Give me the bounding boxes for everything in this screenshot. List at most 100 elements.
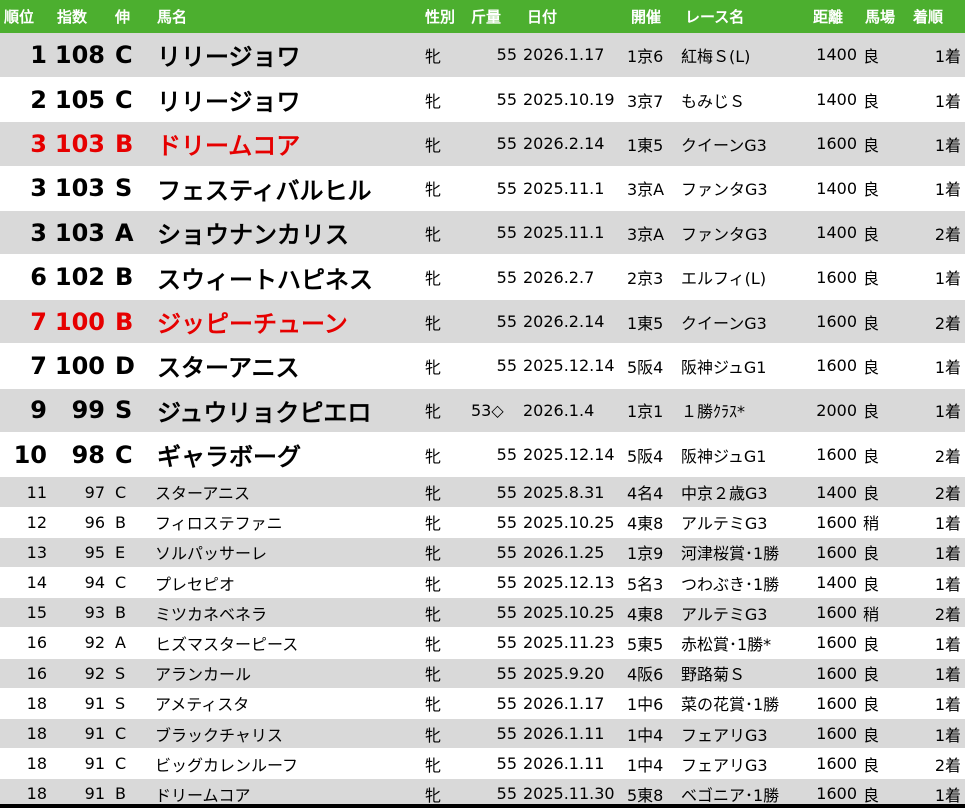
date-cell: 2025.12.14 xyxy=(523,432,627,478)
distance-cell: 1600 xyxy=(809,121,861,167)
weight-cell: 55 xyxy=(467,627,523,659)
distance-cell: 1600 xyxy=(809,537,861,568)
venue-cell: 3京A xyxy=(627,210,681,256)
table-row: 3 103 S フェスティバルヒル牝 55 2025.11.1 3京A ファンタG3 1400 良… xyxy=(0,166,965,212)
sex-cell: 牝 xyxy=(421,299,467,345)
grade-cell: C xyxy=(111,33,153,78)
grade-cell: S xyxy=(111,688,153,719)
horse-name-cell: ショウナンカリス xyxy=(153,210,421,256)
sex-cell: 牝 xyxy=(421,388,467,434)
table-row: 18 91 S アメティスタ牝 55 2026.1.17 1中6 菜の花賞･1勝 1600 良 1着 xyxy=(0,688,965,719)
finish-cell: 2着 xyxy=(909,476,965,508)
finish-cell: 2着 xyxy=(909,748,965,780)
rank-cell: 3 xyxy=(0,210,53,256)
race-name-cell: ファンタG3 xyxy=(681,210,809,256)
rank-cell: 18 xyxy=(0,748,53,780)
index-cell: 91 xyxy=(53,688,111,719)
finish-cell: 1着 xyxy=(909,166,965,212)
finish-cell: 1着 xyxy=(909,567,965,599)
track-condition-cell: 良 xyxy=(861,432,909,478)
sex-cell: 牝 xyxy=(421,658,467,689)
track-condition-cell: 良 xyxy=(861,33,909,78)
table-row: 12 96 B フィロステファニ牝 55 2025.10.25 4東8 アルテミG3 1600 稍… xyxy=(0,507,965,538)
header-distance: 距離 xyxy=(809,0,861,33)
index-cell: 102 xyxy=(53,254,111,300)
distance-cell: 1600 xyxy=(809,718,861,750)
rank-cell: 10 xyxy=(0,432,53,478)
horse-name-cell: ヒズマスターピース xyxy=(153,627,421,659)
distance-cell: 1600 xyxy=(809,432,861,478)
rank-cell: 1 xyxy=(0,33,53,78)
date-cell: 2025.11.23 xyxy=(523,627,627,659)
sex-cell: 牝 xyxy=(421,343,467,389)
track-condition-cell: 良 xyxy=(861,343,909,389)
track-condition-cell: 良 xyxy=(861,627,909,659)
race-name-cell: クイーンG3 xyxy=(681,299,809,345)
venue-cell: 1東5 xyxy=(627,121,681,167)
rank-cell: 3 xyxy=(0,121,53,167)
race-name-cell: 河津桜賞･1勝 xyxy=(681,537,809,568)
finish-cell: 2着 xyxy=(909,597,965,629)
finish-cell: 1着 xyxy=(909,343,965,389)
track-condition-cell: 良 xyxy=(861,567,909,599)
rank-cell: 18 xyxy=(0,718,53,750)
venue-cell: 4東8 xyxy=(627,507,681,538)
index-cell: 91 xyxy=(53,748,111,780)
weight-cell: 53◇ xyxy=(467,388,523,434)
grade-cell: B xyxy=(111,254,153,300)
sex-cell: 牝 xyxy=(421,254,467,300)
index-cell: 103 xyxy=(53,166,111,212)
venue-cell: 1東5 xyxy=(627,299,681,345)
rank-cell: 3 xyxy=(0,166,53,212)
table-row: 10 98 C ギャラボーグ牝 55 2025.12.14 5阪4 阪神ジュG1 1600 良 2着 xyxy=(0,432,965,478)
index-cell: 100 xyxy=(53,343,111,389)
date-cell: 2025.10.25 xyxy=(523,507,627,538)
grade-cell: S xyxy=(111,166,153,212)
finish-cell: 1着 xyxy=(909,121,965,167)
finish-cell: 1着 xyxy=(909,627,965,659)
finish-cell: 1着 xyxy=(909,688,965,719)
sex-cell: 牝 xyxy=(421,688,467,719)
venue-cell: 4阪6 xyxy=(627,658,681,689)
venue-cell: 5阪4 xyxy=(627,343,681,389)
venue-cell: 5阪4 xyxy=(627,432,681,478)
track-condition-cell: 良 xyxy=(861,121,909,167)
index-cell: 92 xyxy=(53,627,111,659)
ranking-table: 順位 指数 伸 馬名 性別 斤量 日付 開催 レース名 距離 馬場 着順 1 10… xyxy=(0,0,965,809)
horse-name-cell: アランカール xyxy=(153,658,421,689)
index-cell: 95 xyxy=(53,537,111,568)
bottom-border xyxy=(0,804,965,808)
table-row: 16 92 A ヒズマスターピース牝 55 2025.11.23 5東5 赤松賞･1勝* 160… xyxy=(0,627,965,659)
rank-cell: 15 xyxy=(0,597,53,629)
weight-cell: 55 xyxy=(467,343,523,389)
horse-name-cell: ジュウリョクピエロ xyxy=(153,388,421,434)
horse-name-cell: アメティスタ xyxy=(153,688,421,719)
weight-cell: 55 xyxy=(467,77,523,123)
header-venue: 開催 xyxy=(627,0,681,33)
index-cell: 94 xyxy=(53,567,111,599)
header-finish: 着順 xyxy=(909,0,965,33)
finish-cell: 1着 xyxy=(909,537,965,568)
horse-name-cell: ジッピーチューン xyxy=(153,299,421,345)
index-cell: 103 xyxy=(53,210,111,256)
horse-name-cell: リリージョワ xyxy=(153,33,421,78)
weight-cell: 55 xyxy=(467,748,523,780)
finish-cell: 1着 xyxy=(909,254,965,300)
rank-cell: 14 xyxy=(0,567,53,599)
race-name-cell: ファンタG3 xyxy=(681,166,809,212)
grade-cell: S xyxy=(111,658,153,689)
sex-cell: 牝 xyxy=(421,567,467,599)
venue-cell: 1中6 xyxy=(627,688,681,719)
venue-cell: 3京7 xyxy=(627,77,681,123)
date-cell: 2025.11.1 xyxy=(523,210,627,256)
track-condition-cell: 稍 xyxy=(861,507,909,538)
table-row: 6 102 B スウィートハピネス牝 55 2026.2.7 2京3 エルフィ(L) 1600 良… xyxy=(0,254,965,300)
grade-cell: C xyxy=(111,476,153,508)
table-row: 2 105 C リリージョワ牝 55 2025.10.19 3京7 もみじＳ 1400 良 1着 xyxy=(0,77,965,123)
table-row: 18 91 C ビッグカレンルーフ牝 55 2026.1.11 1中4 フェアリG3 1600 良… xyxy=(0,748,965,780)
date-cell: 2025.10.19 xyxy=(523,77,627,123)
rank-cell: 16 xyxy=(0,658,53,689)
grade-cell: A xyxy=(111,627,153,659)
rank-cell: 18 xyxy=(0,688,53,719)
race-name-cell: もみじＳ xyxy=(681,77,809,123)
